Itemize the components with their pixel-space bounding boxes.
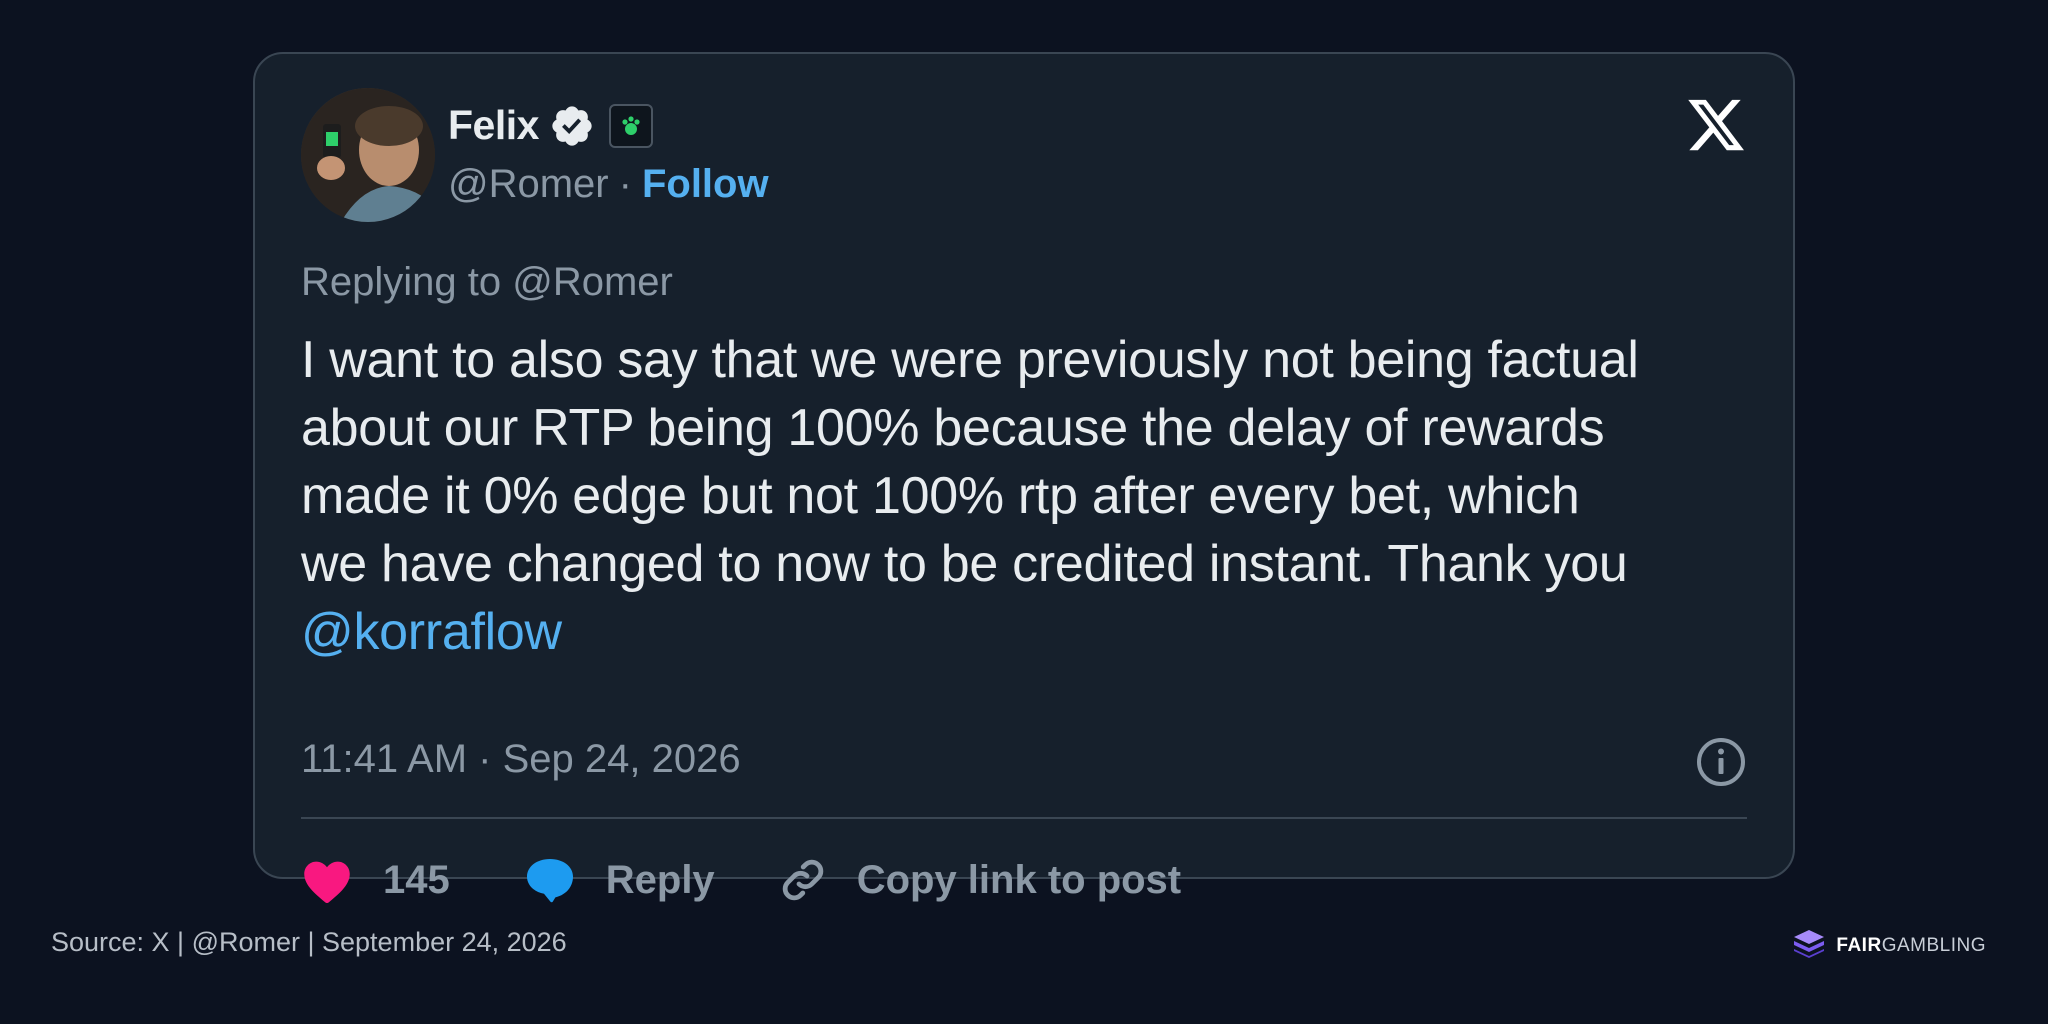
affiliate-badge-icon[interactable] <box>608 103 653 148</box>
screenshot-stage: Felix @Romer · Follow Replying to @Romer… <box>0 0 2048 1024</box>
x-logo-icon[interactable] <box>1685 94 1747 156</box>
reply-button[interactable]: Reply <box>524 856 715 904</box>
tweet-card: Felix @Romer · Follow Replying to @Romer… <box>253 52 1795 903</box>
speech-bubble-icon <box>524 856 576 904</box>
avatar[interactable] <box>301 88 435 222</box>
mention-link[interactable]: @korraflow <box>301 598 1751 666</box>
verified-badge-icon <box>549 103 595 149</box>
brand-name: FAIRGAMBLING <box>1836 935 1986 957</box>
handle-row: @Romer · Follow <box>448 162 769 207</box>
brand-name-bold: FAIR <box>1836 934 1882 956</box>
tweet-body-line: about our RTP being 100% because the del… <box>301 399 1605 457</box>
copy-link-label: Copy link to post <box>856 857 1182 902</box>
tweet-body-line: I want to also say that we were previous… <box>301 331 1639 389</box>
brand-name-rest: GAMBLING <box>1881 934 1986 956</box>
avatar-photo <box>301 88 435 222</box>
tweet-body-line: we have changed to now to be credited in… <box>301 535 1628 593</box>
brand-logo: FAIRGAMBLING <box>1792 928 1986 963</box>
heart-icon <box>301 856 353 904</box>
tweet-body: I want to also say that we were previous… <box>301 326 1751 666</box>
author-name[interactable]: Felix <box>448 102 539 149</box>
separator-dot: · <box>618 162 632 206</box>
follow-button[interactable]: Follow <box>642 162 769 207</box>
link-icon <box>779 856 827 904</box>
divider <box>301 817 1747 819</box>
author-handle[interactable]: @Romer <box>448 162 609 207</box>
fairgambling-logo-icon <box>1792 928 1826 963</box>
replying-to-label: Replying to @Romer <box>301 260 673 304</box>
copy-link-button[interactable]: Copy link to post <box>779 856 1181 904</box>
like-count: 145 <box>383 857 450 902</box>
like-button[interactable]: 145 <box>301 856 450 904</box>
author-row: Felix <box>448 102 653 149</box>
source-caption: Source: X | @Romer | September 24, 2026 <box>51 927 567 957</box>
reply-label: Reply <box>605 857 715 902</box>
tweet-timestamp[interactable]: 11:41 AM · Sep 24, 2026 <box>301 737 741 782</box>
info-icon[interactable] <box>1695 736 1747 788</box>
tweet-body-line: made it 0% edge but not 100% rtp after e… <box>301 467 1580 525</box>
action-bar: 145 Reply Copy link to post <box>301 850 1181 910</box>
